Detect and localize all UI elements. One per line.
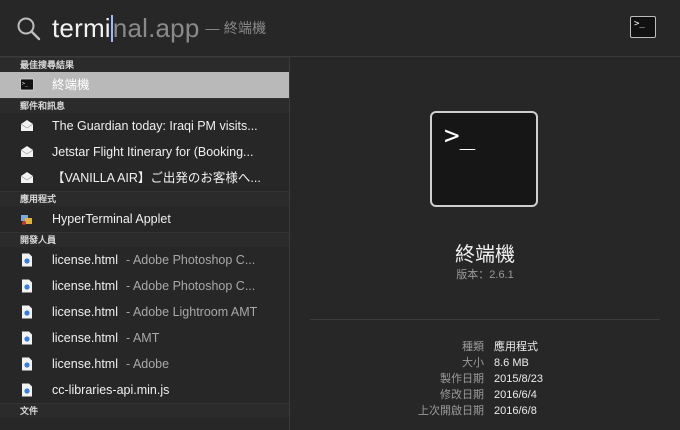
envelope-icon — [20, 146, 34, 157]
js-file-icon — [22, 383, 32, 397]
result-filename: license.html — [52, 253, 118, 267]
result-dev-item[interactable]: license.html - Adobe Lightroom AMT — [0, 299, 289, 325]
search-input[interactable]: terminal.app — 終端機 — [52, 13, 266, 44]
metadata-row: 大小 8.6 MB — [290, 355, 680, 371]
result-label: license.html - AMT — [52, 325, 159, 351]
result-mail-item[interactable]: The Guardian today: Iraqi PM visits... — [0, 113, 289, 139]
section-header-mail: 郵件和訊息 — [0, 98, 289, 113]
metadata-key: 上次開啟日期 — [418, 405, 484, 417]
spotlight-window: terminal.app — 終端機 >_ 最佳搜尋結果 >_ 終端機 郵件和訊息… — [0, 0, 680, 430]
results-list: 最佳搜尋結果 >_ 終端機 郵件和訊息 The Guardian today: … — [0, 57, 290, 430]
preview-pane: >_ 終端機 版本：2.6.1 種類 應用程式 大小 8.6 MB 製作日期 2015… — [290, 57, 680, 430]
terminal-icon: >_ — [630, 16, 656, 38]
applet-icon — [21, 215, 32, 225]
section-header-apps: 應用程式 — [0, 191, 289, 206]
html-file-icon — [22, 253, 32, 267]
metadata-row: 製作日期 2015/8/23 — [290, 371, 680, 387]
result-mail-item[interactable]: Jetstar Flight Itinerary for (Booking... — [0, 139, 289, 165]
result-filename: license.html — [52, 279, 118, 293]
metadata-key: 修改日期 — [440, 389, 484, 401]
result-subtitle: - AMT — [126, 331, 160, 345]
html-file-icon — [22, 331, 32, 345]
envelope-icon — [20, 172, 34, 183]
metadata-row: 修改日期 2016/6/4 — [290, 387, 680, 403]
result-app-item[interactable]: HyperTerminal Applet — [0, 206, 289, 232]
metadata-value: 2016/6/8 — [494, 405, 537, 417]
result-filename: license.html — [52, 305, 118, 319]
terminal-prompt: >_ — [444, 121, 476, 151]
search-typed-text: termi — [52, 13, 111, 43]
search-autocomplete: nal.app — [112, 13, 200, 43]
metadata-key: 種類 — [462, 341, 484, 353]
result-label: license.html - Adobe Photoshop C... — [52, 273, 255, 299]
metadata-key: 大小 — [462, 357, 484, 369]
result-label: 【VANILLA AIR】ご出発のお客様へ... — [52, 171, 261, 185]
search-icon — [17, 17, 41, 41]
result-label: The Guardian today: Iraqi PM visits... — [52, 119, 258, 133]
metadata-value: 2016/6/4 — [494, 389, 537, 401]
preview-app-name: 終端機 — [455, 244, 515, 266]
html-file-icon — [22, 357, 32, 371]
result-subtitle: - Adobe — [126, 357, 170, 371]
metadata-value: 2015/8/23 — [494, 373, 543, 385]
result-label: Jetstar Flight Itinerary for (Booking... — [52, 145, 254, 159]
terminal-app-icon: >_ — [430, 111, 538, 207]
result-label: HyperTerminal Applet — [52, 212, 171, 226]
preview-app-version: 版本：2.6.1 — [456, 269, 514, 281]
terminal-prompt-small: >_ — [634, 19, 645, 29]
result-dev-item[interactable]: license.html - AMT — [0, 325, 289, 351]
metadata-value: 8.6 MB — [494, 357, 529, 369]
result-label: cc-libraries-api.min.js — [52, 383, 170, 397]
result-filename: license.html — [52, 331, 118, 345]
html-file-icon — [22, 305, 32, 319]
result-label: license.html - Adobe Photoshop C... — [52, 247, 255, 273]
search-bar[interactable]: terminal.app — 終端機 >_ — [0, 0, 680, 57]
result-dev-item[interactable]: cc-libraries-api.min.js — [0, 377, 289, 403]
result-label: license.html - Adobe — [52, 351, 169, 377]
svg-text:>_: >_ — [22, 81, 29, 87]
envelope-icon — [20, 120, 34, 131]
metadata-list: 種類 應用程式 大小 8.6 MB 製作日期 2015/8/23 修改日期 2016/6… — [290, 339, 680, 419]
metadata-row: 種類 應用程式 — [290, 339, 680, 355]
result-mail-item[interactable]: 【VANILLA AIR】ご出発のお客様へ... — [0, 165, 289, 191]
result-filename: license.html — [52, 357, 118, 371]
search-hint: — 終端機 — [205, 20, 267, 36]
result-dev-item[interactable]: license.html - Adobe Photoshop C... — [0, 273, 289, 299]
result-dev-item[interactable]: license.html - Adobe Photoshop C... — [0, 247, 289, 273]
result-dev-item[interactable]: license.html - Adobe — [0, 351, 289, 377]
result-label: license.html - Adobe Lightroom AMT — [52, 299, 257, 325]
metadata-key: 製作日期 — [440, 373, 484, 385]
result-top-hit[interactable]: >_ 終端機 — [0, 72, 289, 98]
html-file-icon — [22, 279, 32, 293]
result-subtitle: - Adobe Photoshop C... — [126, 253, 256, 267]
divider — [310, 319, 660, 320]
section-header-documents: 文件 — [0, 403, 289, 418]
result-label: 終端機 — [52, 78, 90, 92]
result-subtitle: - Adobe Lightroom AMT — [126, 305, 258, 319]
terminal-icon: >_ — [20, 78, 34, 91]
section-header-top-hit: 最佳搜尋結果 — [0, 57, 289, 72]
metadata-row: 上次開啟日期 2016/6/8 — [290, 403, 680, 419]
metadata-value: 應用程式 — [494, 341, 538, 353]
result-subtitle: - Adobe Photoshop C... — [126, 279, 256, 293]
section-header-developer: 開發人員 — [0, 232, 289, 247]
